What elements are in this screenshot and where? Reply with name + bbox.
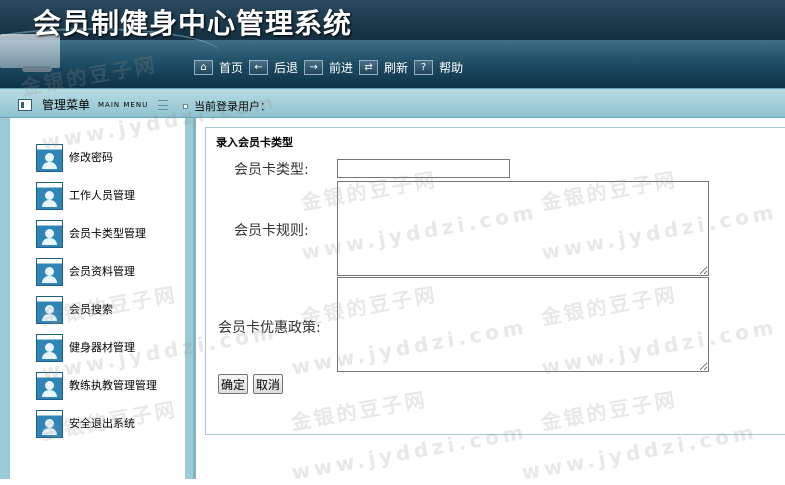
user-icon [36,258,63,286]
sidebar-item-equipment-management[interactable]: 健身器材管理 [36,334,181,362]
user-icon [36,296,63,324]
menu-lines-icon [158,99,169,110]
user-icon [36,220,63,248]
sidebar-item-logout[interactable]: 安全退出系统 [36,410,181,438]
menu-title-en: MAIN MENU [98,100,149,109]
monitor-stand-illustration [22,66,52,72]
card-type-label: 会员卡类型: [234,162,309,178]
sidebar-item-label: 会员搜索 [69,303,113,316]
card-type-input[interactable] [337,159,510,178]
user-icon [36,182,63,210]
card-discount-textarea[interactable] [337,277,709,372]
sidebar-item-card-type-management[interactable]: 会员卡类型管理 [36,220,181,248]
sidebar-item-member-search[interactable]: 会员搜索 [36,296,181,324]
user-icon [36,410,63,438]
card-rules-label: 会员卡规则: [234,223,309,239]
toolbar-forward-button[interactable]: → 前进 [304,59,353,76]
refresh-icon: ⇄ [359,59,379,75]
toolbar-help-button[interactable]: ? 帮助 [414,59,463,76]
toolbar-refresh-button[interactable]: ⇄ 刷新 [359,59,408,76]
user-icon [36,372,63,400]
toolbar-back-label: 后退 [274,60,299,75]
back-arrow-icon: ← [249,59,269,75]
home-icon: ⌂ [194,59,213,75]
sidebar-item-coach-management[interactable]: 教练执教管理管理 [36,372,161,400]
sidebar-item-label: 健身器材管理 [69,341,135,354]
main-menu-header: 管理菜单 MAIN MENU [18,96,169,113]
sidebar-item-label: 工作人员管理 [69,189,135,202]
menu-bar: 管理菜单 MAIN MENU 当前登录用户： [0,88,785,118]
toolbar-back-button[interactable]: ← 后退 [249,59,298,76]
toolbar: ⌂ 首页 ← 后退 → 前进 ⇄ 刷新 ? 帮助 [194,57,469,77]
login-info: 当前登录用户： [183,98,271,114]
toolbar-forward-label: 前进 [329,60,354,75]
sidebar-item-label: 会员资料管理 [69,265,135,278]
user-icon [36,334,63,362]
toolbar-refresh-label: 刷新 [384,60,409,75]
sidebar-item-staff-management[interactable]: 工作人员管理 [36,182,181,210]
bullet-icon [183,103,188,109]
toolbar-home-button[interactable]: ⌂ 首页 [194,59,243,76]
help-icon: ? [414,59,434,75]
card-rules-textarea[interactable] [337,181,709,276]
form-title: 录入会员卡类型 [216,136,293,149]
menu-panel-icon [18,98,32,111]
card-type-form: 录入会员卡类型 会员卡类型: 会员卡规则: 会员卡优惠政策: 确定 取消 [205,127,785,435]
user-icon [36,144,63,172]
main-content: 录入会员卡类型 会员卡类型: 会员卡规则: 会员卡优惠政策: 确定 取消 [196,118,785,479]
sidebar-item-label: 修改密码 [69,151,113,164]
sidebar-item-label: 会员卡类型管理 [69,227,146,240]
menu-title: 管理菜单 [42,98,91,112]
toolbar-home-label: 首页 [219,60,244,75]
app-title: 会员制健身中心管理系统 [33,7,353,40]
sidebar-item-label: 安全退出系统 [69,417,135,430]
current-user-label: 当前登录用户： [194,100,271,113]
app-header: 会员制健身中心管理系统 ⌂ 首页 ← 后退 → 前进 ⇄ 刷新 ? 帮助 [0,0,785,88]
sidebar-item-label: 教练执教管理管理 [69,379,157,392]
sidebar-item-change-password[interactable]: 修改密码 [36,144,181,172]
sidebar-item-member-profile-management[interactable]: 会员资料管理 [36,258,181,286]
forward-arrow-icon: → [304,59,324,75]
toolbar-help-label: 帮助 [439,60,464,75]
submit-button[interactable]: 确定 [218,374,249,394]
cancel-button[interactable]: 取消 [253,374,284,394]
card-discount-label: 会员卡优惠政策: [218,320,321,336]
